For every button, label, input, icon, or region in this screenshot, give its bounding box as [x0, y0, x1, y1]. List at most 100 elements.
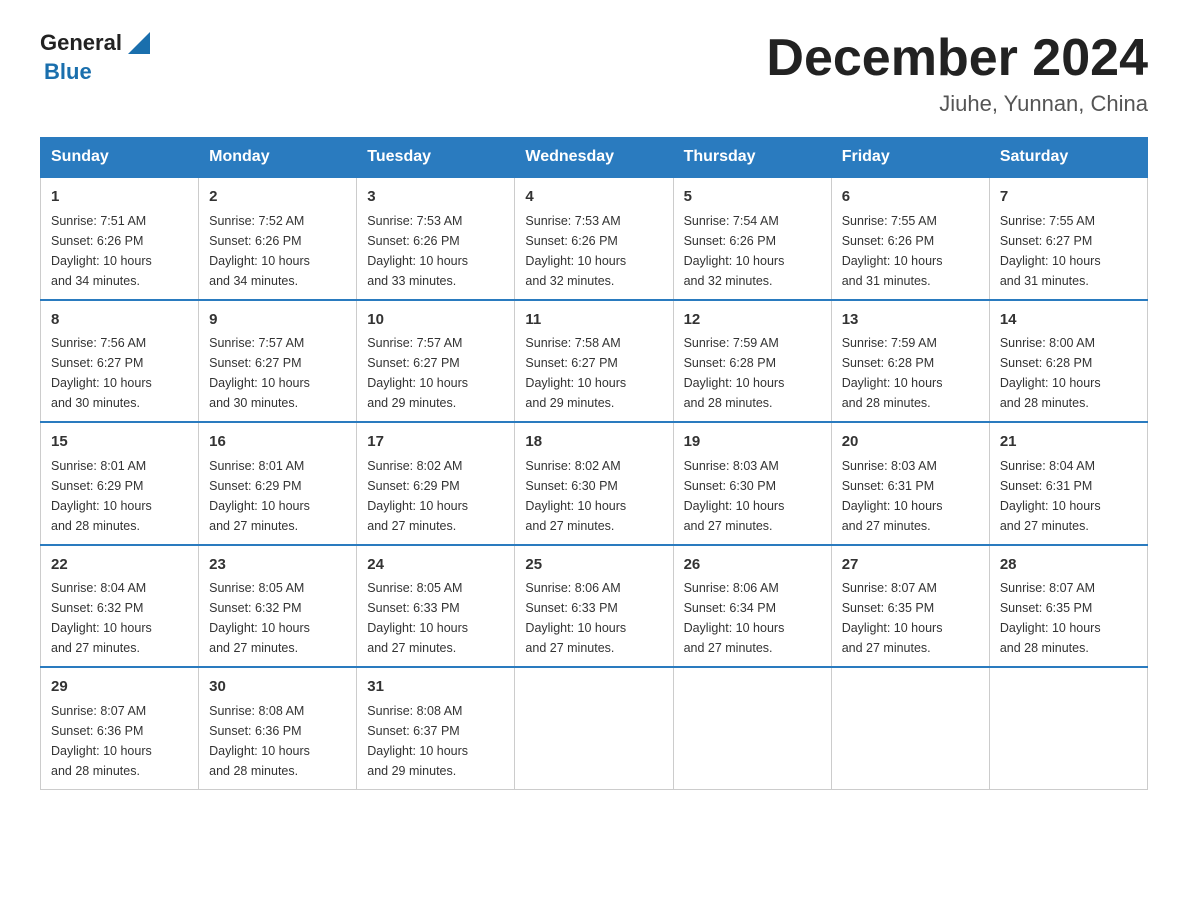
day-info: Sunrise: 8:01 AM Sunset: 6:29 PM Dayligh…: [209, 459, 310, 533]
day-number: 29: [51, 676, 188, 699]
day-number: 14: [1000, 309, 1137, 332]
day-number: 11: [525, 309, 662, 332]
day-number: 15: [51, 431, 188, 454]
logo-text-blue: Blue: [44, 59, 92, 84]
calendar-cell: [515, 667, 673, 789]
calendar-cell: 14Sunrise: 8:00 AM Sunset: 6:28 PM Dayli…: [989, 300, 1147, 423]
calendar-cell: 22Sunrise: 8:04 AM Sunset: 6:32 PM Dayli…: [41, 545, 199, 668]
calendar-cell: 9 Sunrise: 7:57 AM Sunset: 6:27 PM Daylig…: [199, 300, 357, 423]
day-number: 20: [842, 431, 979, 454]
day-number: 27: [842, 554, 979, 577]
day-info: Sunrise: 8:02 AM Sunset: 6:29 PM Dayligh…: [367, 459, 468, 533]
day-number: 22: [51, 554, 188, 577]
day-number: 21: [1000, 431, 1137, 454]
calendar-table: Sunday Monday Tuesday Wednesday Thursday…: [40, 137, 1148, 790]
day-number: 5: [684, 186, 821, 209]
day-number: 26: [684, 554, 821, 577]
calendar-cell: 26 Sunrise: 8:06 AM Sunset: 6:34 PM Dayli…: [673, 545, 831, 668]
header-monday: Monday: [199, 138, 357, 178]
day-number: 12: [684, 309, 821, 332]
calendar-cell: [989, 667, 1147, 789]
day-number: 18: [525, 431, 662, 454]
calendar-cell: 27 Sunrise: 8:07 AM Sunset: 6:35 PM Dayli…: [831, 545, 989, 668]
header-sunday: Sunday: [41, 138, 199, 178]
calendar-cell: 30 Sunrise: 8:08 AM Sunset: 6:36 PM Dayli…: [199, 667, 357, 789]
day-info: Sunrise: 7:57 AM Sunset: 6:27 PM Dayligh…: [209, 336, 310, 410]
calendar-cell: 6 Sunrise: 7:55 AM Sunset: 6:26 PM Daylig…: [831, 177, 989, 300]
calendar-cell: 7 Sunrise: 7:55 AM Sunset: 6:27 PM Daylig…: [989, 177, 1147, 300]
day-number: 1: [51, 186, 188, 209]
day-number: 9: [209, 309, 346, 332]
calendar-cell: 23Sunrise: 8:05 AM Sunset: 6:32 PM Dayli…: [199, 545, 357, 668]
calendar-cell: 24 Sunrise: 8:05 AM Sunset: 6:33 PM Dayli…: [357, 545, 515, 668]
calendar-cell: 21 Sunrise: 8:04 AM Sunset: 6:31 PM Dayli…: [989, 422, 1147, 545]
calendar-cell: 18 Sunrise: 8:02 AM Sunset: 6:30 PM Dayli…: [515, 422, 673, 545]
calendar-cell: 2Sunrise: 7:52 AM Sunset: 6:26 PM Daylig…: [199, 177, 357, 300]
day-info: Sunrise: 8:07 AM Sunset: 6:35 PM Dayligh…: [1000, 581, 1101, 655]
day-number: 3: [367, 186, 504, 209]
day-info: Sunrise: 8:06 AM Sunset: 6:34 PM Dayligh…: [684, 581, 785, 655]
day-number: 25: [525, 554, 662, 577]
calendar-cell: 1 Sunrise: 7:51 AM Sunset: 6:26 PM Daylig…: [41, 177, 199, 300]
calendar-cell: 28Sunrise: 8:07 AM Sunset: 6:35 PM Dayli…: [989, 545, 1147, 668]
calendar-cell: 20 Sunrise: 8:03 AM Sunset: 6:31 PM Dayli…: [831, 422, 989, 545]
calendar-week-row: 29 Sunrise: 8:07 AM Sunset: 6:36 PM Dayli…: [41, 667, 1148, 789]
calendar-week-row: 8Sunrise: 7:56 AM Sunset: 6:27 PM Daylig…: [41, 300, 1148, 423]
calendar-cell: 10 Sunrise: 7:57 AM Sunset: 6:27 PM Dayli…: [357, 300, 515, 423]
day-info: Sunrise: 8:07 AM Sunset: 6:36 PM Dayligh…: [51, 704, 152, 778]
calendar-cell: 19Sunrise: 8:03 AM Sunset: 6:30 PM Dayli…: [673, 422, 831, 545]
day-number: 4: [525, 186, 662, 209]
calendar-cell: 13 Sunrise: 7:59 AM Sunset: 6:28 PM Dayli…: [831, 300, 989, 423]
day-info: Sunrise: 7:59 AM Sunset: 6:28 PM Dayligh…: [684, 336, 785, 410]
header-saturday: Saturday: [989, 138, 1147, 178]
weekday-header-row: Sunday Monday Tuesday Wednesday Thursday…: [41, 138, 1148, 178]
day-info: Sunrise: 8:08 AM Sunset: 6:37 PM Dayligh…: [367, 704, 468, 778]
subtitle: Jiuhe, Yunnan, China: [766, 91, 1148, 117]
calendar-week-row: 1 Sunrise: 7:51 AM Sunset: 6:26 PM Daylig…: [41, 177, 1148, 300]
title-block: December 2024 Jiuhe, Yunnan, China: [766, 30, 1148, 117]
day-number: 7: [1000, 186, 1137, 209]
logo: General Blue: [40, 30, 150, 85]
day-info: Sunrise: 8:03 AM Sunset: 6:31 PM Dayligh…: [842, 459, 943, 533]
day-info: Sunrise: 8:08 AM Sunset: 6:36 PM Dayligh…: [209, 704, 310, 778]
day-number: 19: [684, 431, 821, 454]
header-friday: Friday: [831, 138, 989, 178]
day-info: Sunrise: 7:55 AM Sunset: 6:26 PM Dayligh…: [842, 214, 943, 288]
day-info: Sunrise: 8:01 AM Sunset: 6:29 PM Dayligh…: [51, 459, 152, 533]
day-info: Sunrise: 8:02 AM Sunset: 6:30 PM Dayligh…: [525, 459, 626, 533]
calendar-cell: 15 Sunrise: 8:01 AM Sunset: 6:29 PM Dayli…: [41, 422, 199, 545]
header-wednesday: Wednesday: [515, 138, 673, 178]
day-number: 17: [367, 431, 504, 454]
day-info: Sunrise: 7:53 AM Sunset: 6:26 PM Dayligh…: [525, 214, 626, 288]
calendar-cell: 11 Sunrise: 7:58 AM Sunset: 6:27 PM Dayli…: [515, 300, 673, 423]
calendar-cell: 4 Sunrise: 7:53 AM Sunset: 6:26 PM Daylig…: [515, 177, 673, 300]
day-info: Sunrise: 7:57 AM Sunset: 6:27 PM Dayligh…: [367, 336, 468, 410]
day-number: 10: [367, 309, 504, 332]
day-info: Sunrise: 7:52 AM Sunset: 6:26 PM Dayligh…: [209, 214, 310, 288]
day-number: 16: [209, 431, 346, 454]
day-info: Sunrise: 7:58 AM Sunset: 6:27 PM Dayligh…: [525, 336, 626, 410]
calendar-cell: 25 Sunrise: 8:06 AM Sunset: 6:33 PM Dayli…: [515, 545, 673, 668]
calendar-week-row: 15 Sunrise: 8:01 AM Sunset: 6:29 PM Dayli…: [41, 422, 1148, 545]
calendar-cell: 5 Sunrise: 7:54 AM Sunset: 6:26 PM Daylig…: [673, 177, 831, 300]
day-number: 30: [209, 676, 346, 699]
day-info: Sunrise: 8:05 AM Sunset: 6:32 PM Dayligh…: [209, 581, 310, 655]
day-number: 13: [842, 309, 979, 332]
day-info: Sunrise: 8:07 AM Sunset: 6:35 PM Dayligh…: [842, 581, 943, 655]
day-number: 24: [367, 554, 504, 577]
calendar-cell: 12 Sunrise: 7:59 AM Sunset: 6:28 PM Dayli…: [673, 300, 831, 423]
header-thursday: Thursday: [673, 138, 831, 178]
day-info: Sunrise: 7:55 AM Sunset: 6:27 PM Dayligh…: [1000, 214, 1101, 288]
calendar-cell: 8Sunrise: 7:56 AM Sunset: 6:27 PM Daylig…: [41, 300, 199, 423]
day-info: Sunrise: 7:51 AM Sunset: 6:26 PM Dayligh…: [51, 214, 152, 288]
day-info: Sunrise: 8:05 AM Sunset: 6:33 PM Dayligh…: [367, 581, 468, 655]
calendar-cell: 16 Sunrise: 8:01 AM Sunset: 6:29 PM Dayli…: [199, 422, 357, 545]
logo-text-general: General: [40, 30, 122, 55]
day-info: Sunrise: 8:06 AM Sunset: 6:33 PM Dayligh…: [525, 581, 626, 655]
day-info: Sunrise: 7:54 AM Sunset: 6:26 PM Dayligh…: [684, 214, 785, 288]
day-info: Sunrise: 7:59 AM Sunset: 6:28 PM Dayligh…: [842, 336, 943, 410]
calendar-cell: 17 Sunrise: 8:02 AM Sunset: 6:29 PM Dayli…: [357, 422, 515, 545]
day-info: Sunrise: 8:04 AM Sunset: 6:31 PM Dayligh…: [1000, 459, 1101, 533]
day-number: 8: [51, 309, 188, 332]
day-number: 6: [842, 186, 979, 209]
